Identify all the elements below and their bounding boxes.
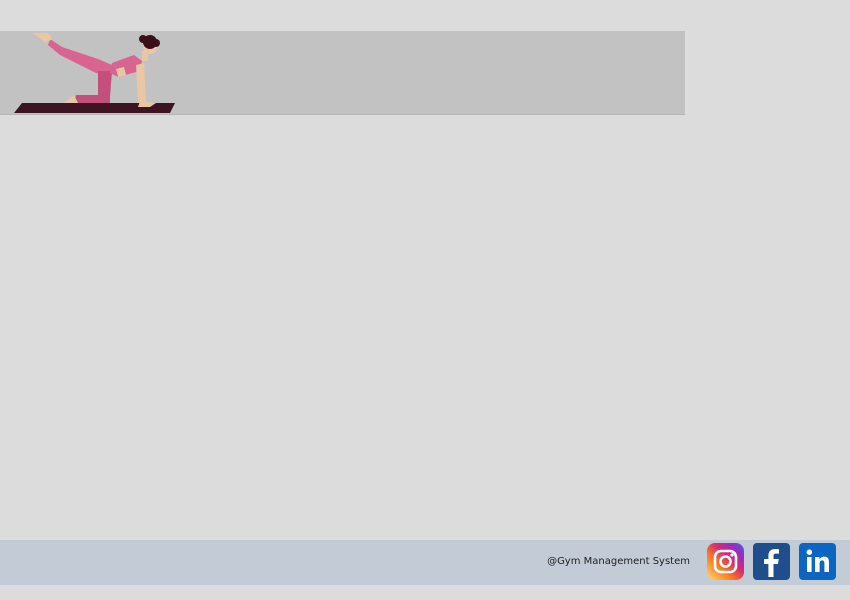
- copyright-text: @Gym Management System: [547, 556, 690, 567]
- header-banner: [0, 31, 685, 115]
- footer: @Gym Management System: [0, 540, 850, 585]
- instagram-icon[interactable]: [707, 543, 744, 580]
- facebook-icon[interactable]: [753, 543, 790, 580]
- page: @Gym Management System: [0, 0, 850, 600]
- linkedin-icon[interactable]: [799, 543, 836, 580]
- main-content-area: [0, 115, 850, 540]
- woman-yoga-pose-icon: [14, 33, 175, 113]
